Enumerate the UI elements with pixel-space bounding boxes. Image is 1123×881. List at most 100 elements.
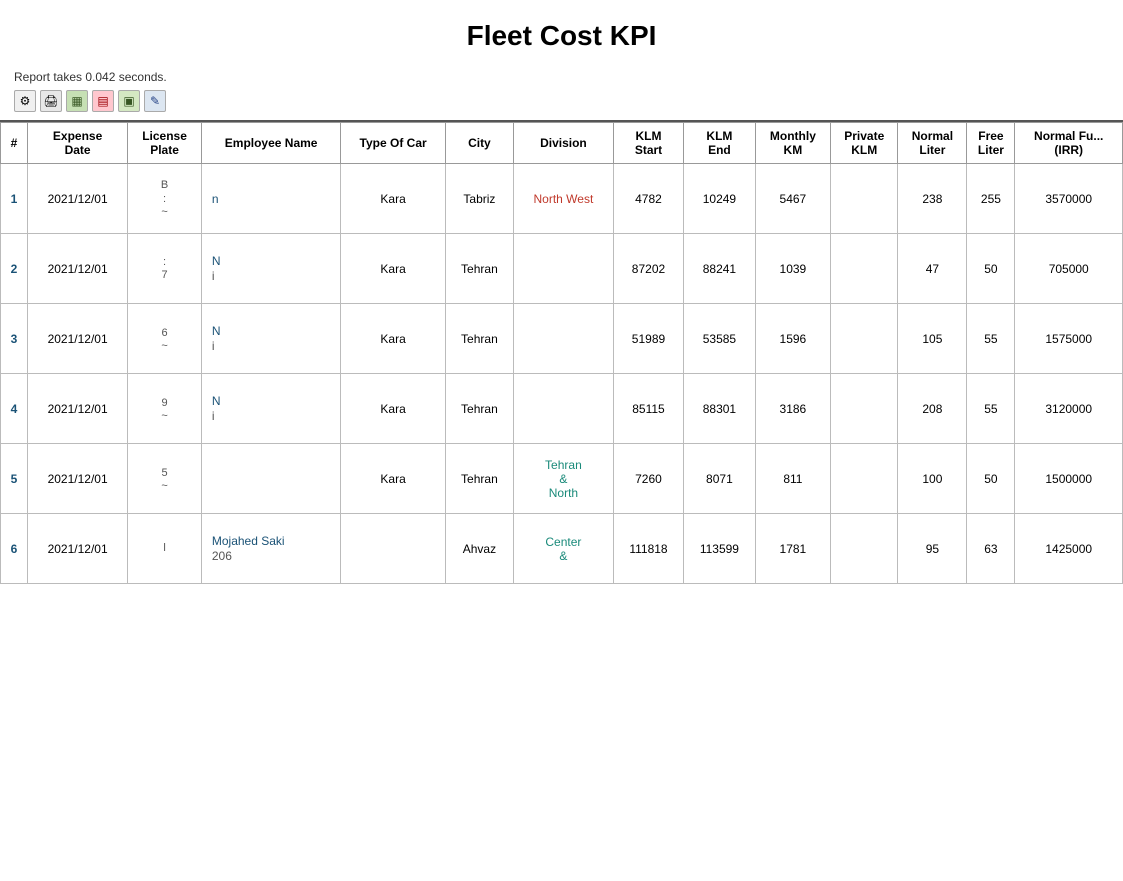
table-row: 52021/12/015~KaraTehranTehran&North72608… — [1, 444, 1123, 514]
cell-division — [513, 304, 613, 374]
cell-klm-end: 113599 — [684, 514, 756, 584]
cell-klm-start: 51989 — [613, 304, 683, 374]
cell-city: Tehran — [445, 304, 513, 374]
cell-expense-date: 2021/12/01 — [28, 234, 128, 304]
cell-private-klm — [831, 444, 898, 514]
col-license-plate: LicensePlate — [128, 123, 202, 164]
cell-klm-end: 53585 — [684, 304, 756, 374]
cell-monthly-km: 811 — [755, 444, 830, 514]
cell-employee-name: Ni — [201, 374, 341, 444]
col-klm-end: KLMEnd — [684, 123, 756, 164]
col-division: Division — [513, 123, 613, 164]
cell-monthly-km: 1781 — [755, 514, 830, 584]
col-normal-fuel-irr: Normal Fu...(IRR) — [1015, 123, 1123, 164]
cell-private-klm — [831, 374, 898, 444]
pdf-button[interactable]: ▤ — [92, 90, 114, 112]
table-wrapper: # ExpenseDate LicensePlate Employee Name… — [0, 120, 1123, 584]
cell-license-plate: 5~ — [128, 444, 202, 514]
cell-normal-fuel-irr: 1575000 — [1015, 304, 1123, 374]
table-row: 22021/12/01:7NiKaraTehran872028824110394… — [1, 234, 1123, 304]
cell-klm-end: 10249 — [684, 164, 756, 234]
cell-type-of-car: Kara — [341, 164, 445, 234]
cell-private-klm — [831, 234, 898, 304]
cell-normal-liter: 105 — [898, 304, 967, 374]
cell-license-plate: l — [128, 514, 202, 584]
cell-monthly-km: 3186 — [755, 374, 830, 444]
cell-division — [513, 234, 613, 304]
cell-normal-liter: 100 — [898, 444, 967, 514]
cell-klm-end: 88301 — [684, 374, 756, 444]
cell-klm-end: 88241 — [684, 234, 756, 304]
cell-division: Tehran&North — [513, 444, 613, 514]
cell-num: 5 — [1, 444, 28, 514]
cell-klm-start: 85115 — [613, 374, 683, 444]
cell-normal-fuel-irr: 705000 — [1015, 234, 1123, 304]
cell-free-liter: 55 — [967, 304, 1015, 374]
excel-button[interactable]: ▦ — [66, 90, 88, 112]
cell-free-liter: 63 — [967, 514, 1015, 584]
col-free-liter: FreeLiter — [967, 123, 1015, 164]
table-row: 12021/12/01B:~nKaraTabrizNorth West47821… — [1, 164, 1123, 234]
cell-klm-start: 7260 — [613, 444, 683, 514]
fleet-cost-table: # ExpenseDate LicensePlate Employee Name… — [0, 122, 1123, 584]
table-row: 42021/12/019~NiKaraTehran851158830131862… — [1, 374, 1123, 444]
col-klm-start: KLMStart — [613, 123, 683, 164]
cell-employee-name: Mojahed Saki206 — [201, 514, 341, 584]
cell-city: Ahvaz — [445, 514, 513, 584]
cell-monthly-km: 5467 — [755, 164, 830, 234]
cell-license-plate: 9~ — [128, 374, 202, 444]
cell-normal-fuel-irr: 1500000 — [1015, 444, 1123, 514]
cell-type-of-car — [341, 514, 445, 584]
col-expense-date: ExpenseDate — [28, 123, 128, 164]
col-employee-name: Employee Name — [201, 123, 341, 164]
col-type-of-car: Type Of Car — [341, 123, 445, 164]
cell-free-liter: 50 — [967, 234, 1015, 304]
cell-klm-start: 111818 — [613, 514, 683, 584]
cell-type-of-car: Kara — [341, 374, 445, 444]
cell-license-plate: :7 — [128, 234, 202, 304]
col-city: City — [445, 123, 513, 164]
cell-city: Tehran — [445, 374, 513, 444]
cell-expense-date: 2021/12/01 — [28, 444, 128, 514]
cell-expense-date: 2021/12/01 — [28, 514, 128, 584]
cell-klm-start: 87202 — [613, 234, 683, 304]
cell-type-of-car: Kara — [341, 234, 445, 304]
cell-monthly-km: 1039 — [755, 234, 830, 304]
cell-free-liter: 50 — [967, 444, 1015, 514]
col-normal-liter: NormalLiter — [898, 123, 967, 164]
col-num: # — [1, 123, 28, 164]
col-private-klm: PrivateKLM — [831, 123, 898, 164]
cell-division: North West — [513, 164, 613, 234]
cell-free-liter: 255 — [967, 164, 1015, 234]
cell-private-klm — [831, 164, 898, 234]
cell-employee-name: Ni — [201, 304, 341, 374]
image-button[interactable]: ▣ — [118, 90, 140, 112]
cell-private-klm — [831, 304, 898, 374]
cell-monthly-km: 1596 — [755, 304, 830, 374]
col-monthly-km: MonthlyKM — [755, 123, 830, 164]
cell-employee-name: n — [201, 164, 341, 234]
print-button[interactable]: 🖨 — [40, 90, 62, 112]
page-title: Fleet Cost KPI — [0, 0, 1123, 62]
cell-num: 6 — [1, 514, 28, 584]
settings-button[interactable]: ⚙ — [14, 90, 36, 112]
cell-normal-fuel-irr: 3570000 — [1015, 164, 1123, 234]
cell-employee-name — [201, 444, 341, 514]
cell-normal-liter: 95 — [898, 514, 967, 584]
cell-num: 3 — [1, 304, 28, 374]
report-info: Report takes 0.042 seconds. — [0, 62, 1123, 86]
table-row: 32021/12/016~NiKaraTehran519895358515961… — [1, 304, 1123, 374]
cell-type-of-car: Kara — [341, 304, 445, 374]
cell-klm-start: 4782 — [613, 164, 683, 234]
cell-num: 1 — [1, 164, 28, 234]
cell-private-klm — [831, 514, 898, 584]
cell-city: Tehran — [445, 234, 513, 304]
cell-num: 4 — [1, 374, 28, 444]
cell-license-plate: 6~ — [128, 304, 202, 374]
cell-free-liter: 55 — [967, 374, 1015, 444]
table-row: 62021/12/01lMojahed Saki206AhvazCenter&1… — [1, 514, 1123, 584]
cell-expense-date: 2021/12/01 — [28, 164, 128, 234]
cell-normal-fuel-irr: 3120000 — [1015, 374, 1123, 444]
edit-button[interactable]: ✎ — [144, 90, 166, 112]
cell-division — [513, 374, 613, 444]
